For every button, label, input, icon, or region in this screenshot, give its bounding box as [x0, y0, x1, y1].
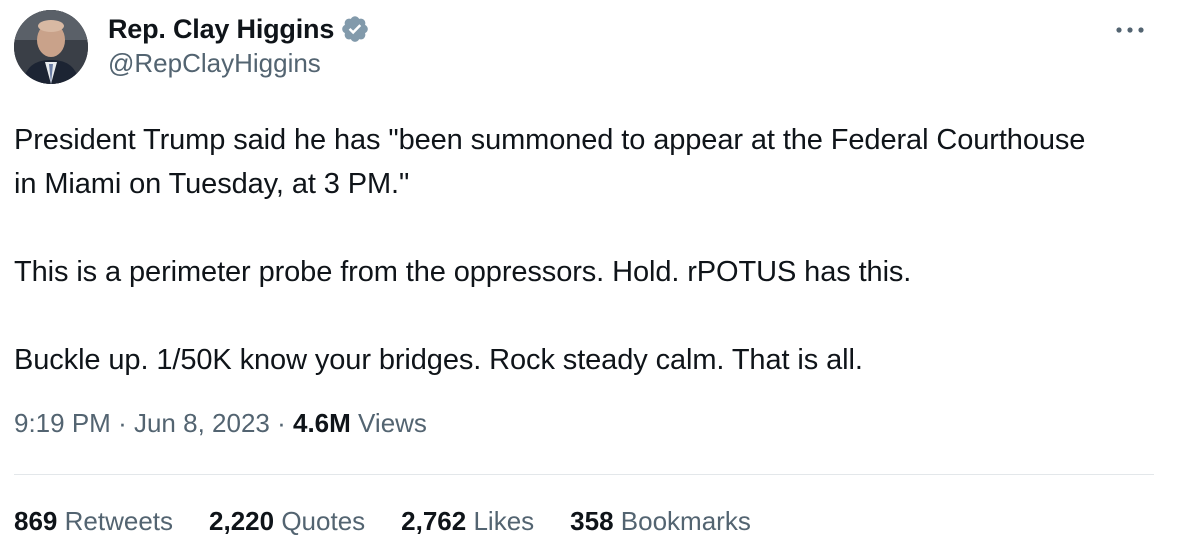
user-handle[interactable]: @RepClayHiggins	[108, 48, 370, 79]
stat-count: 358	[570, 506, 614, 536]
stat-label: Likes	[473, 506, 535, 536]
avatar[interactable]	[14, 10, 88, 84]
engagement-stats: 869 Retweets 2,220 Quotes 2,762 Likes 35…	[14, 506, 787, 537]
retweets-stat[interactable]: 869 Retweets	[14, 506, 173, 537]
views-count: 4.6M	[293, 408, 351, 438]
quotes-stat[interactable]: 2,220 Quotes	[209, 506, 365, 537]
stat-label: Bookmarks	[620, 506, 751, 536]
tweet-text: President Trump said he has "been summon…	[14, 118, 1114, 382]
divider	[14, 474, 1154, 475]
stat-label: Retweets	[64, 506, 174, 536]
meta-separator: ·	[118, 408, 127, 438]
more-options-icon[interactable]	[1110, 18, 1150, 42]
bookmarks-stat[interactable]: 358 Bookmarks	[570, 506, 751, 537]
tweet-paragraph: President Trump said he has "been summon…	[14, 124, 1086, 200]
tweet-time[interactable]: 9:19 PM	[14, 408, 111, 438]
stat-label: Quotes	[281, 506, 366, 536]
author-block: Rep. Clay Higgins @RepClayHiggins	[108, 12, 370, 79]
tweet-card: Rep. Clay Higgins @RepClayHiggins Presid…	[0, 0, 1180, 560]
stat-count: 869	[14, 506, 58, 536]
verified-badge-icon[interactable]	[340, 14, 370, 44]
meta-separator: ·	[277, 408, 286, 438]
tweet-date[interactable]: Jun 8, 2023	[134, 408, 270, 438]
tweet-paragraph: This is a perimeter probe from the oppre…	[14, 256, 912, 288]
stat-count: 2,762	[401, 506, 467, 536]
display-name[interactable]: Rep. Clay Higgins	[108, 14, 334, 45]
likes-stat[interactable]: 2,762 Likes	[401, 506, 534, 537]
tweet-meta: 9:19 PM · Jun 8, 2023 · 4.6M Views	[14, 408, 427, 439]
tweet-paragraph: Buckle up. 1/50K know your bridges. Rock…	[14, 344, 863, 376]
stat-count: 2,220	[209, 506, 275, 536]
views-label: Views	[358, 408, 427, 438]
